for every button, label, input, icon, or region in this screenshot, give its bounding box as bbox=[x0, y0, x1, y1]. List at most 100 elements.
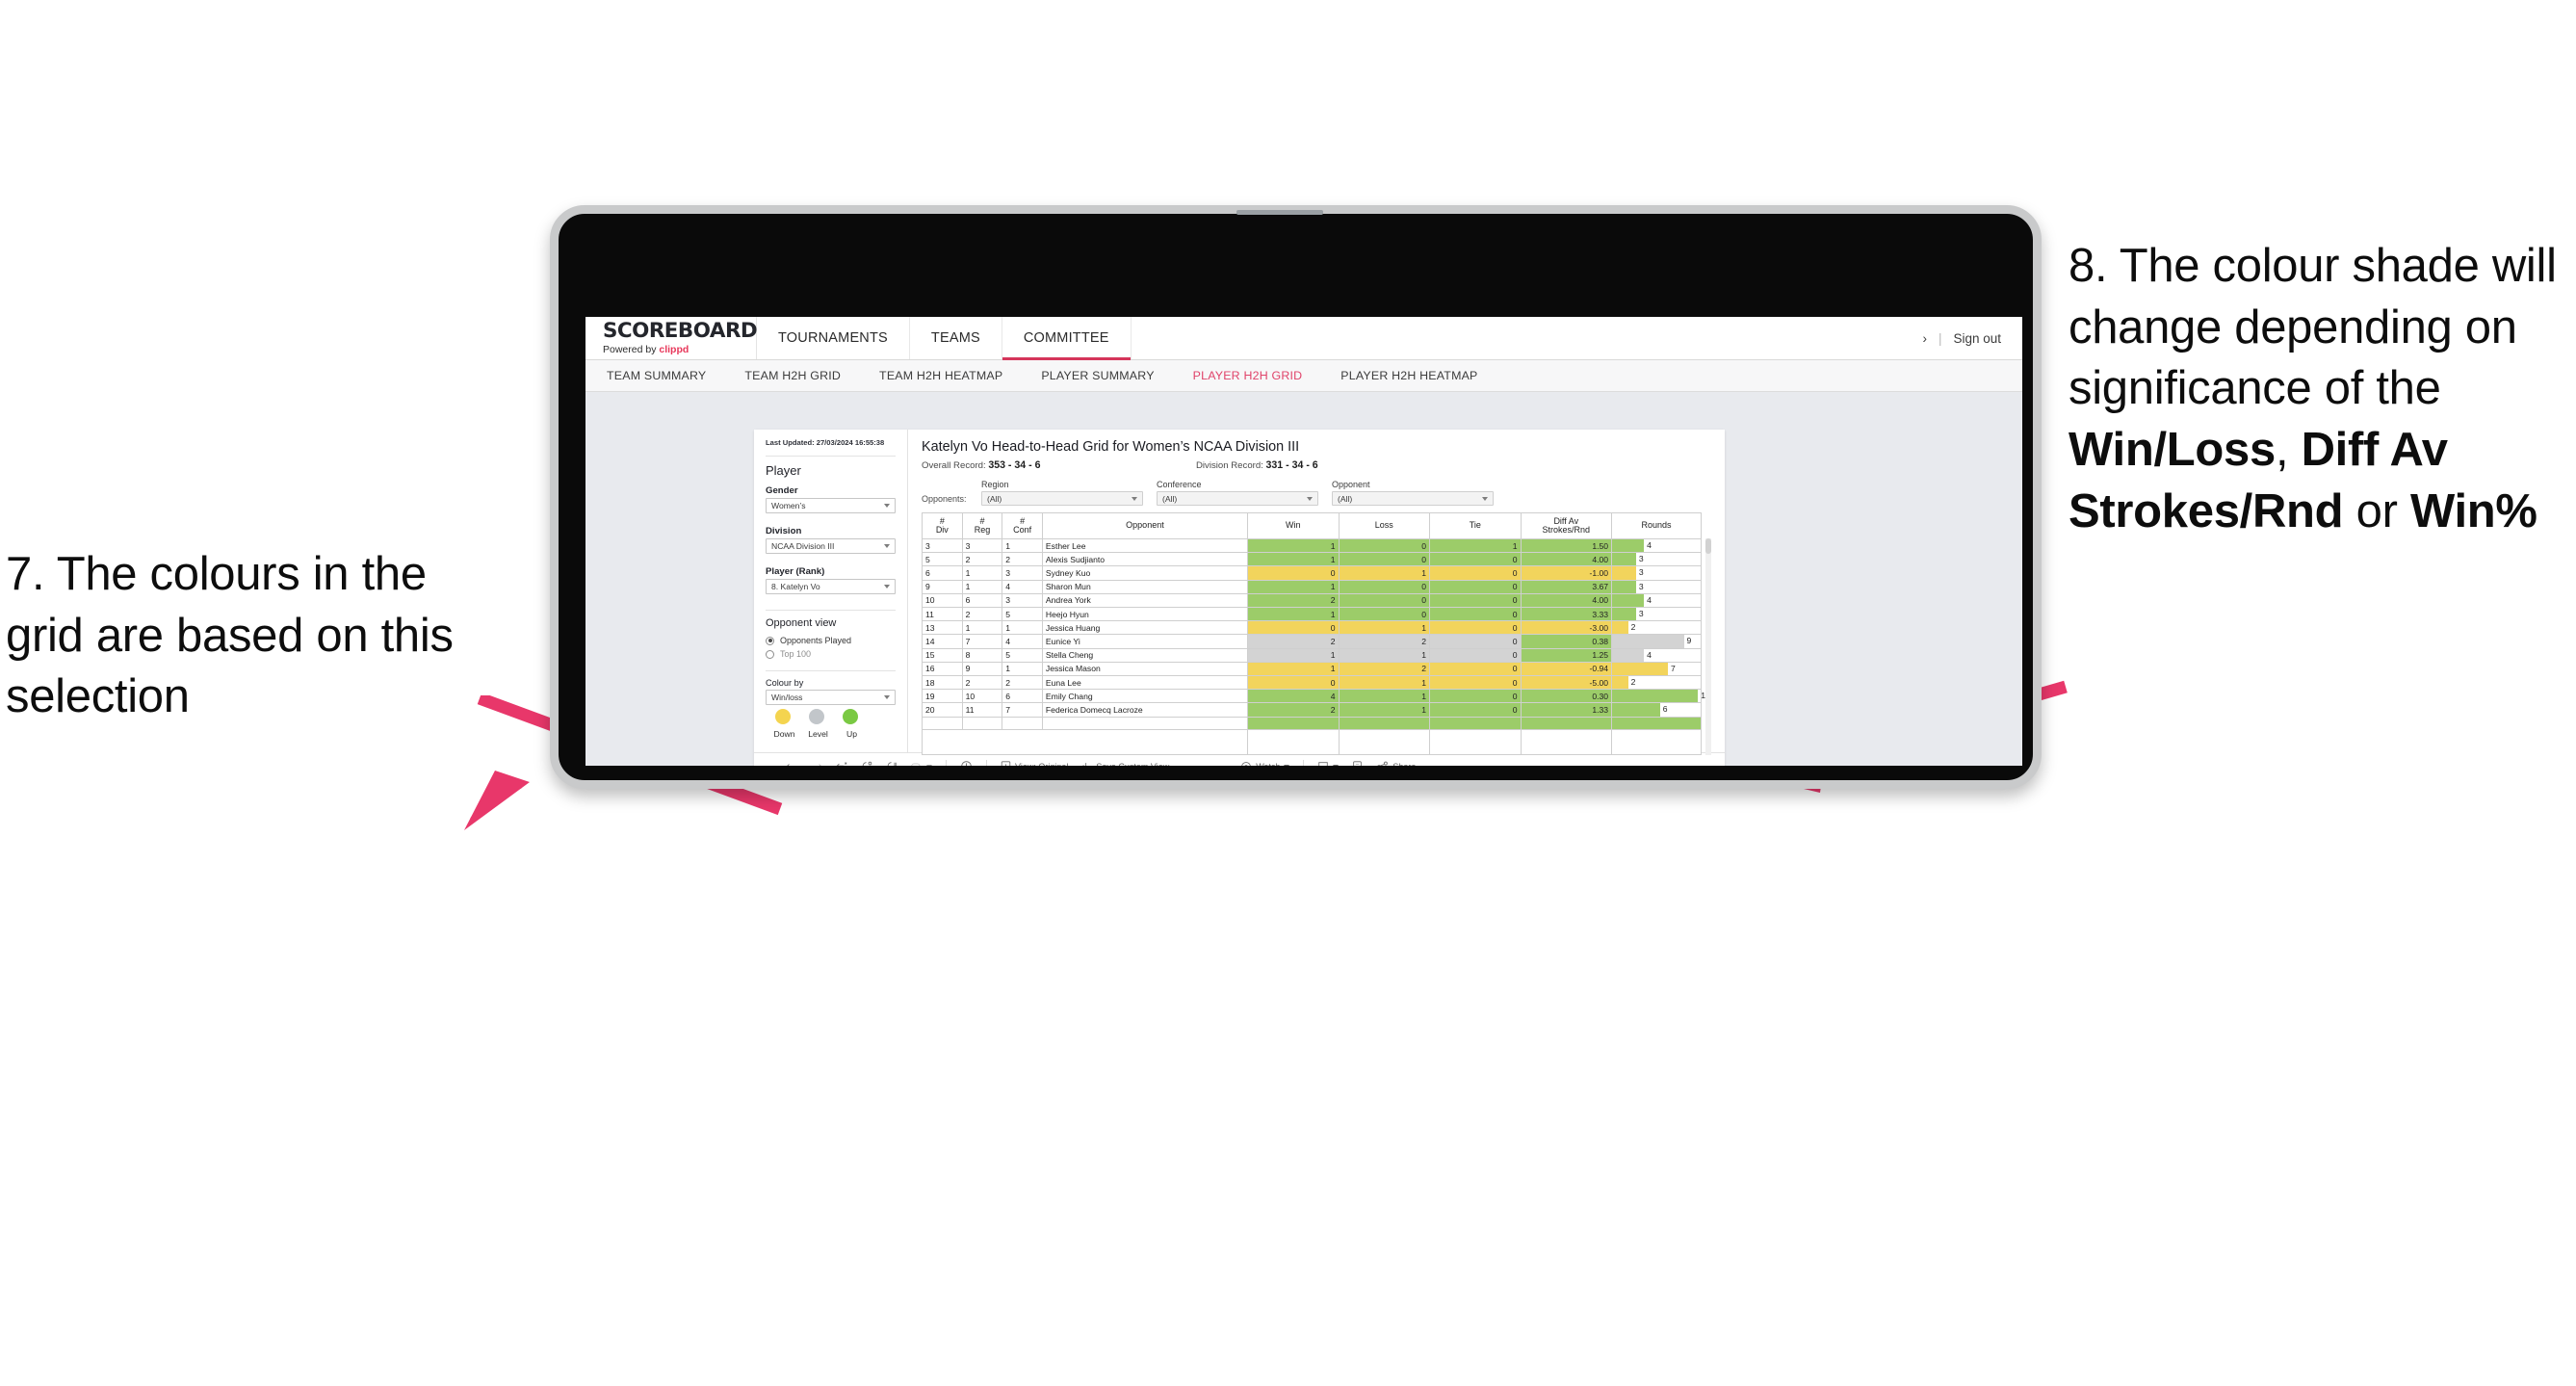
table-row[interactable]: 3 3 1 Esther Lee 1 0 1 1.50 4 bbox=[922, 537, 1702, 554]
view-original-button[interactable]: View: Original bbox=[994, 760, 1075, 766]
colour-by-select[interactable]: Win/loss bbox=[766, 690, 896, 706]
save-custom-view-button[interactable]: Save Custom View bbox=[1075, 761, 1176, 766]
radio-opponents-played[interactable]: Opponents Played bbox=[766, 636, 896, 645]
nav-committee[interactable]: COMMITTEE bbox=[1002, 317, 1132, 360]
cell-tie: 0 bbox=[1429, 592, 1522, 609]
cell-diff: -1.00 bbox=[1520, 565, 1613, 581]
cell-reg: 2 bbox=[961, 675, 1003, 691]
col-conf-l2: Conf bbox=[1013, 525, 1032, 535]
rounds-bar bbox=[1612, 553, 1636, 566]
annotation-7-text: 7. The colours in the grid are based on … bbox=[6, 548, 454, 723]
cell-opponent: Jessica Huang bbox=[1041, 620, 1248, 636]
table-row[interactable]: 15 8 5 Stella Cheng 1 1 0 1.25 4 bbox=[922, 647, 1702, 663]
table-row[interactable]: 20 11 7 Federica Domecq Lacroze 2 1 0 1.33 6 bbox=[922, 702, 1702, 718]
share-button[interactable]: Share bbox=[1369, 761, 1422, 766]
subnav-player-summary[interactable]: PLAYER SUMMARY bbox=[1041, 369, 1154, 382]
legend-label-up: Up bbox=[846, 729, 857, 739]
cell-tie: 0 bbox=[1429, 607, 1522, 622]
filter-opponent-select[interactable]: (All) bbox=[1332, 491, 1494, 506]
table-row[interactable]: 16 9 1 Jessica Mason 1 2 0 -0.94 7 bbox=[922, 661, 1702, 677]
rounds-value: 7 bbox=[1670, 663, 1676, 673]
filter-conference-select[interactable]: (All) bbox=[1157, 491, 1318, 506]
blank-cell bbox=[1338, 729, 1431, 755]
table-row[interactable]: 18 2 2 Euna Lee 0 1 0 -5.00 2 bbox=[922, 675, 1702, 691]
cell-reg: 11 bbox=[961, 702, 1003, 718]
blank-cell bbox=[1611, 729, 1702, 755]
cell-loss: 0 bbox=[1338, 579, 1431, 594]
subnav-team-h2h-grid[interactable]: TEAM H2H GRID bbox=[744, 369, 841, 382]
blank-cell bbox=[1246, 729, 1340, 755]
cell-opponent: Federica Domecq Lacroze bbox=[1041, 702, 1248, 718]
cell-div: 3 bbox=[922, 537, 963, 554]
nav-teams[interactable]: TEAMS bbox=[910, 317, 1002, 359]
table-row[interactable]: 9 1 4 Sharon Mun 1 0 0 3.67 3 bbox=[922, 579, 1702, 594]
subnav-player-h2h-heatmap[interactable]: PLAYER H2H HEATMAP bbox=[1340, 369, 1477, 382]
grid-vertical-scrollbar[interactable] bbox=[1705, 538, 1711, 755]
cell-reg: 1 bbox=[961, 579, 1003, 594]
grid-scroll-thumb[interactable] bbox=[1705, 538, 1711, 554]
annotation-8-text: 8. The colour shade will change dependin… bbox=[2069, 236, 2574, 542]
cell-reg: 10 bbox=[961, 689, 1003, 704]
legend-dot-down bbox=[775, 709, 791, 724]
signout-button[interactable]: Sign out bbox=[1953, 331, 2001, 346]
signout-divider: | bbox=[1938, 330, 1942, 346]
revert-icon[interactable] bbox=[829, 761, 854, 766]
cell-loss: 2 bbox=[1338, 634, 1431, 649]
cell-rounds: 4 bbox=[1611, 592, 1702, 609]
cell-tie: 0 bbox=[1429, 702, 1522, 718]
rounds-value: 11 bbox=[1698, 690, 1709, 702]
division-record: Division Record: 331 - 34 - 6 bbox=[1196, 459, 1318, 471]
table-row[interactable]: 5 2 2 Alexis Sudjianto 1 0 0 4.00 3 bbox=[922, 552, 1702, 567]
cell-diff: 4.00 bbox=[1520, 592, 1613, 609]
cell-opponent: Sydney Kuo bbox=[1041, 565, 1248, 581]
nav-tournaments[interactable]: TOURNAMENTS bbox=[757, 317, 910, 359]
opponent-view-title: Opponent view bbox=[766, 617, 837, 630]
chevron-right-icon[interactable]: › bbox=[1922, 331, 1927, 346]
cell-div: 10 bbox=[922, 592, 963, 609]
download-icon[interactable] bbox=[1311, 761, 1345, 766]
subnav-team-summary[interactable]: TEAM SUMMARY bbox=[607, 369, 706, 382]
refresh-data-icon[interactable] bbox=[854, 761, 879, 766]
table-row[interactable]: 11 2 5 Heejo Hyun 1 0 0 3.33 3 bbox=[922, 607, 1702, 622]
brand-logo[interactable]: SCOREBOARD Powered by clippd bbox=[585, 317, 758, 359]
subnav-team-h2h-heatmap[interactable]: TEAM H2H HEATMAP bbox=[879, 369, 1002, 382]
annotation-8-mid1: , bbox=[2275, 424, 2302, 477]
cell-div: 18 bbox=[922, 675, 963, 691]
rounds-bar bbox=[1612, 566, 1636, 580]
table-row[interactable]: 10 6 3 Andrea York 2 0 0 4.00 4 bbox=[922, 592, 1702, 609]
table-row[interactable]: 6 1 3 Sydney Kuo 0 1 0 -1.00 3 bbox=[922, 565, 1702, 581]
redo-icon[interactable] bbox=[804, 761, 829, 766]
cell-opponent: Jessica Mason bbox=[1041, 661, 1248, 677]
cell-diff: 1.33 bbox=[1520, 702, 1613, 718]
primary-nav: TOURNAMENTS TEAMS COMMITTEE bbox=[757, 317, 1922, 360]
cell-conf: 4 bbox=[1002, 634, 1043, 649]
cell-rounds: 2 bbox=[1611, 675, 1702, 691]
cell-rounds: 3 bbox=[1611, 579, 1702, 594]
player-rank-select[interactable]: 8. Katelyn Vo bbox=[766, 579, 896, 595]
cell-loss: 1 bbox=[1338, 689, 1431, 704]
table-row[interactable]: 14 7 4 Eunice Yi 2 2 0 0.38 9 bbox=[922, 634, 1702, 649]
rounds-value: 4 bbox=[1647, 540, 1652, 550]
history-icon[interactable] bbox=[953, 760, 979, 766]
opponent-filters: Opponents: Region (All) Conference (All)… bbox=[922, 480, 1711, 506]
pause-updates-icon[interactable] bbox=[879, 761, 904, 766]
division-record-value: 331 - 34 - 6 bbox=[1265, 459, 1318, 471]
undo-icon[interactable] bbox=[779, 761, 804, 766]
gender-select[interactable]: Women’s bbox=[766, 498, 896, 514]
cell-clipped bbox=[1002, 716, 1043, 730]
select-tool-icon[interactable] bbox=[904, 762, 939, 766]
annotation-8-bold3: Win% bbox=[2409, 484, 2537, 537]
table-row[interactable]: 19106Emily Chang4100.3011 bbox=[922, 689, 1709, 704]
filter-region-select[interactable]: (All) bbox=[981, 491, 1143, 506]
division-select[interactable]: NCAA Division III bbox=[766, 538, 896, 555]
table-row[interactable]: 13 1 1 Jessica Huang 0 1 0 -3.00 2 bbox=[922, 620, 1702, 636]
rounds-bar bbox=[1612, 676, 1628, 690]
subnav-player-h2h-grid[interactable]: PLAYER H2H GRID bbox=[1193, 369, 1303, 382]
cell-win: 2 bbox=[1246, 702, 1340, 718]
watch-button[interactable]: Watch bbox=[1234, 761, 1296, 766]
radio-top-100[interactable]: Top 100 bbox=[766, 649, 896, 659]
fullscreen-icon[interactable] bbox=[1345, 760, 1369, 766]
legend-label-level: Level bbox=[808, 729, 828, 739]
cell-conf: 3 bbox=[1002, 565, 1043, 581]
col-rounds: Rounds bbox=[1611, 512, 1702, 539]
